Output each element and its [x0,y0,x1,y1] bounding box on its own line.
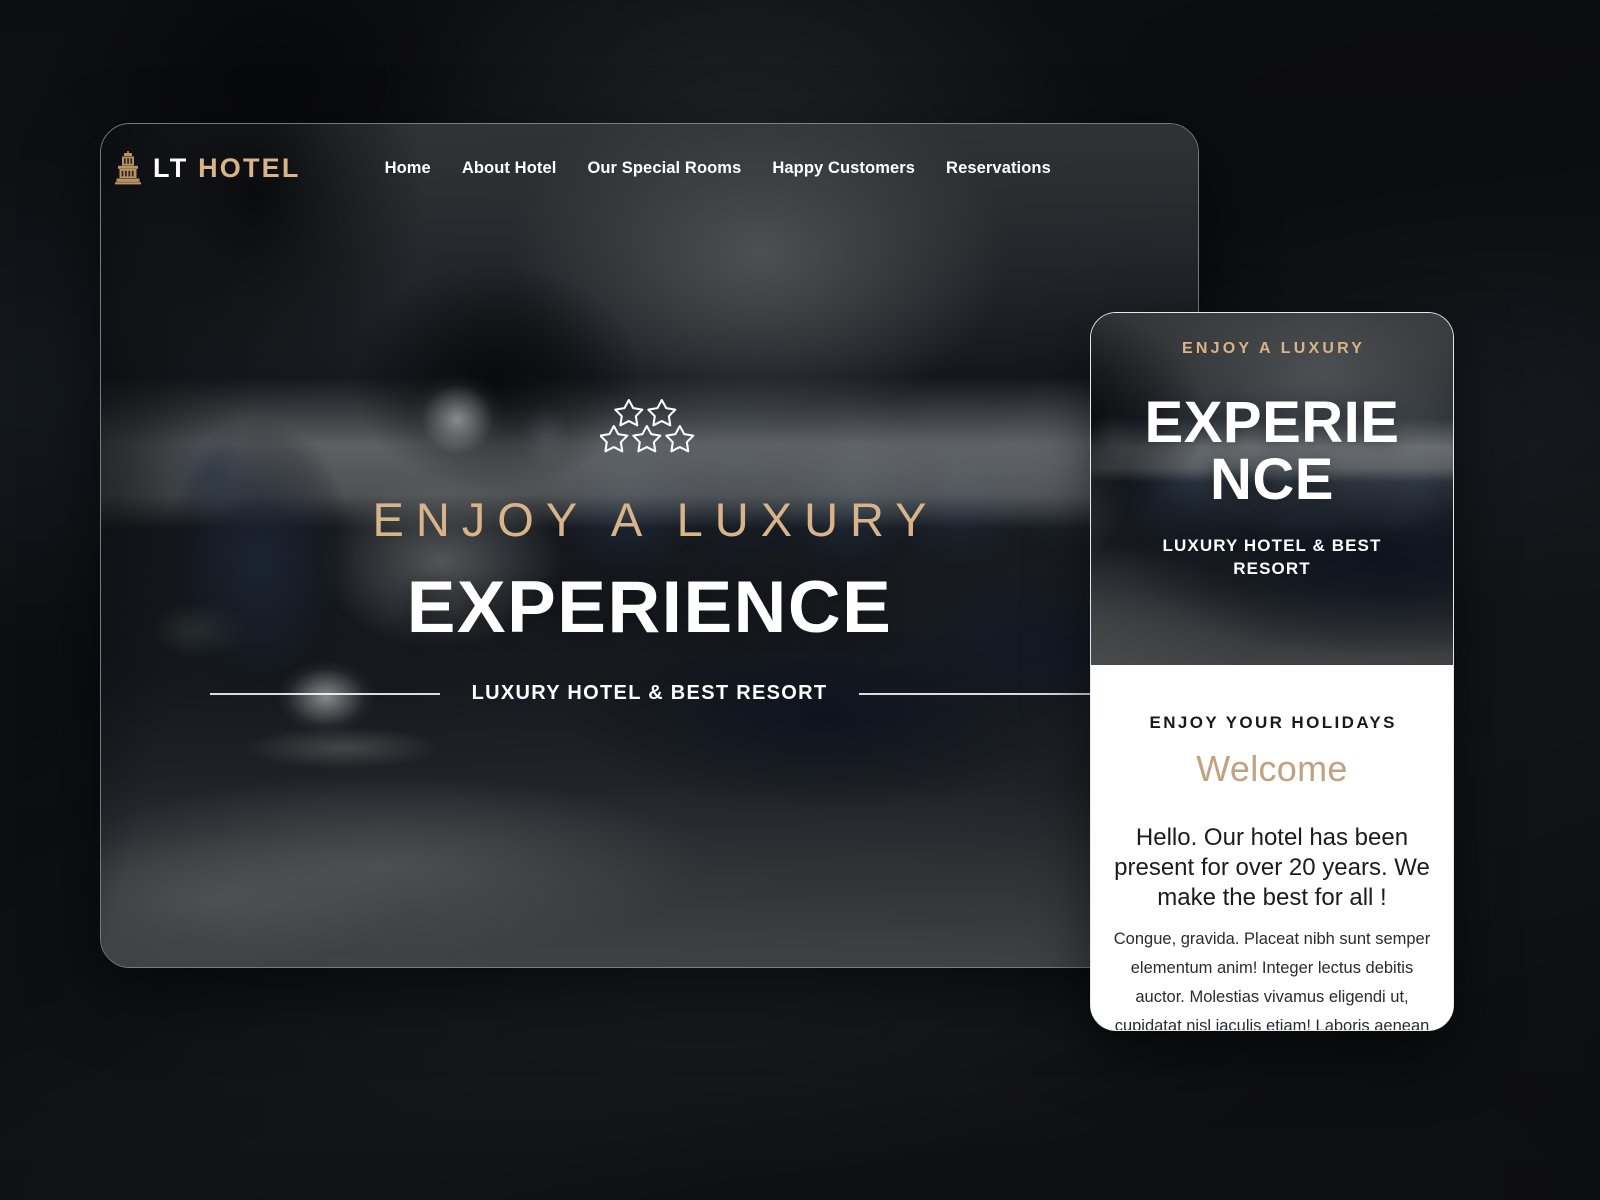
mobile-hero-subtitle: LUXURY HOTEL & BEST RESORT [1162,535,1382,578]
desktop-hero-headline: EXPERIENCE [406,567,893,648]
primary-nav: Home About Hotel Our Special Rooms Happy… [385,159,1051,178]
welcome-eyebrow: ENJOY YOUR HOLIDAYS [1149,713,1397,732]
mobile-hero-eyebrow: ENJOY A LUXURY [1181,340,1366,357]
desktop-hero-eyebrow: ENJOY A LUXURY [372,493,939,546]
desktop-mockup-frame: LT HOTEL Home About Hotel Our Special Ro… [100,123,1199,968]
screenshot-stage: LT HOTEL Home About Hotel Our Special Ro… [0,0,1600,1200]
brand-text-wrap: LT HOTEL [153,152,301,183]
nav-item-home[interactable]: Home [385,159,431,178]
nav-item-happy-customers[interactable]: Happy Customers [772,159,915,178]
mobile-hero-section: ENJOY A LUXURY EXPERIENCE LUXURY HOTEL &… [1091,313,1453,665]
brand-hotel-label: HOTEL [198,152,301,183]
divider-left [209,692,440,695]
divider-right [859,692,1090,695]
mobile-mockup-frame: ENJOY A LUXURY EXPERIENCE LUXURY HOTEL &… [1090,312,1454,1031]
mobile-hero-headline: EXPERIENCE [1144,390,1400,512]
desktop-hero-subtitle: LUXURY HOTEL & BEST RESORT [471,682,828,704]
nav-item-about-hotel[interactable]: About Hotel [462,159,557,178]
welcome-lead-text: Hello. Our hotel has been present for ov… [1114,823,1430,912]
brand-logo[interactable]: LT HOTEL [109,151,301,185]
desktop-hero-subtitle-row: LUXURY HOTEL & BEST RESORT [209,682,1090,705]
desktop-hero-content: ENJOY A LUXURY EXPERIENCE LUXURY HOTEL &… [101,394,1198,705]
five-star-rating-icon [599,398,694,453]
hotel-building-icon [115,151,141,185]
welcome-body-text: Congue, gravida. Placeat nibh sunt sempe… [1113,930,1431,1031]
mobile-welcome-section: ENJOY YOUR HOLIDAYS Welcome Hello. Our h… [1091,665,1453,1031]
welcome-title: Welcome [1196,748,1348,789]
desktop-navbar: LT HOTEL Home About Hotel Our Special Ro… [101,124,1198,212]
nav-item-reservations[interactable]: Reservations [946,159,1051,178]
brand-lt-label: LT [153,152,189,183]
mobile-hero-content: ENJOY A LUXURY EXPERIENCE LUXURY HOTEL &… [1091,313,1453,665]
nav-item-our-special-rooms[interactable]: Our Special Rooms [587,159,741,178]
